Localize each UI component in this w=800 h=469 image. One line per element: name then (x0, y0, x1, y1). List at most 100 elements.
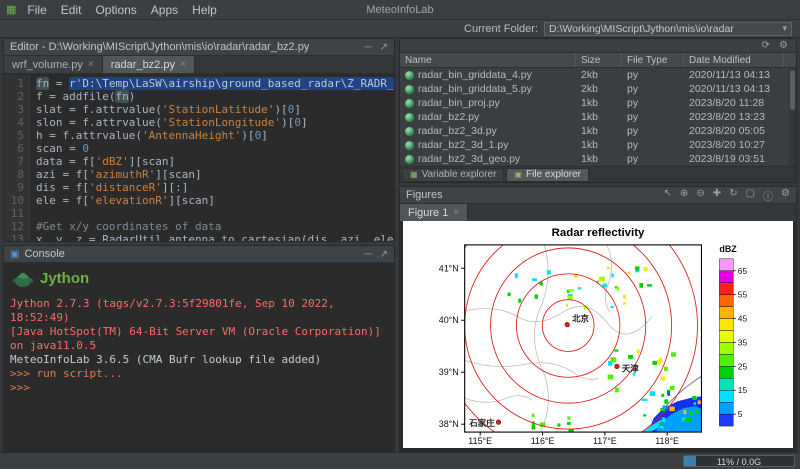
file-size-cell: 2kb (576, 83, 622, 95)
jython-logo-text: Jython (40, 272, 89, 286)
colorbar-tick-label: 65 (738, 266, 748, 276)
file-row[interactable]: radar_bz2.py1kbpy2023/8/20 13:23 (400, 110, 796, 124)
py-file-icon (405, 85, 414, 94)
file-row[interactable]: radar_bz2_3d_geo.py1kbpy2023/8/19 03:51 (400, 152, 796, 166)
console-panel: ▣ Console ─ ↗ Jython Jython 2.7.3 (tags/… (3, 245, 395, 452)
line-number: 10 (4, 194, 24, 207)
editor-panel: Editor - D:\Working\MIScript\Jython\mis\… (3, 38, 395, 242)
colorbar-tick-label: 55 (738, 290, 748, 300)
full-extent-icon[interactable]: ▢ (746, 188, 755, 203)
code-line: ele = f['elevationR'][scan] (36, 194, 394, 207)
refresh-icon[interactable]: ⟳ (762, 40, 770, 51)
column-header-name[interactable]: Name (400, 53, 576, 67)
minimize-icon[interactable]: ─ (365, 42, 372, 53)
file-name: radar_bz2.py (418, 111, 479, 123)
scrollbar-thumb[interactable] (790, 70, 795, 110)
console-line: [Java HotSpot(TM) 64-Bit Server VM (Orac… (10, 325, 394, 353)
column-header-date-modified[interactable]: Date Modified (684, 53, 784, 67)
menu-items: FileEditOptionsAppsHelp (20, 3, 223, 17)
close-icon[interactable]: × (453, 207, 459, 218)
y-tick-label: 40°N (439, 315, 459, 325)
line-number: 13 (4, 233, 24, 241)
tab-label: File explorer (526, 169, 581, 180)
colorbar-tick-label: 25 (738, 361, 748, 371)
float-icon[interactable]: ↗ (380, 249, 388, 260)
settings-icon[interactable]: ⚙ (779, 40, 788, 51)
editor-tab-bar: wrf_volume.py×radar_bz2.py× (4, 56, 394, 74)
menu-apps[interactable]: Apps (144, 3, 185, 17)
file-row[interactable]: radar_bin_griddata_4.py2kbpy2020/11/13 0… (400, 68, 796, 82)
line-number: 9 (4, 181, 24, 194)
y-tick-label: 39°N (439, 367, 459, 377)
file-row[interactable]: radar_bz2_3d.py1kbpy2023/8/20 05:05 (400, 124, 796, 138)
file-size-cell: 1kb (576, 139, 622, 151)
line-number: 8 (4, 168, 24, 181)
minimize-icon[interactable]: ─ (365, 249, 372, 260)
py-file-icon (405, 155, 414, 164)
zoom-in-icon[interactable]: ⊕ (680, 188, 688, 203)
figure-tab-label: Figure 1 (408, 207, 448, 219)
settings-icon[interactable]: ⚙ (781, 188, 790, 203)
file-name-cell: radar_bz2_3d_1.py (400, 139, 576, 151)
app-icon: ▦ (6, 3, 16, 16)
menu-options[interactable]: Options (88, 3, 143, 17)
menu-edit[interactable]: Edit (54, 3, 89, 17)
line-number: 2 (4, 90, 24, 103)
editor-title: Editor - D:\Working\MIScript\Jython\mis\… (10, 41, 309, 53)
line-number: 6 (4, 142, 24, 155)
jython-logo: Jython (12, 270, 394, 288)
y-tick-label: 38°N (439, 419, 459, 429)
tab-file-explorer[interactable]: ▣File explorer (506, 168, 589, 182)
file-row[interactable]: radar_bin_griddata_5.py2kbpy2020/11/13 0… (400, 82, 796, 96)
code-editor[interactable]: 12345678910111213 fn = r'D:\Temp\LaSW\ai… (4, 75, 394, 241)
console-lines: Jython 2.7.3 (tags/v2.7.3:5f29801fe, Sep… (10, 297, 394, 395)
tab-figure-1[interactable]: Figure 1 × (400, 204, 468, 221)
float-icon[interactable]: ↗ (380, 42, 388, 53)
file-modified-cell: 2023/8/20 13:23 (684, 111, 784, 123)
rotate-icon[interactable]: ↻ (729, 188, 737, 203)
py-file-icon (405, 141, 414, 150)
select-arrow-icon[interactable]: ↖ (664, 188, 672, 203)
file-name: radar_bz2_3d_1.py (418, 139, 509, 151)
tab-variable-explorer[interactable]: ▦Variable explorer (402, 168, 504, 182)
pan-icon[interactable]: ✚ (713, 188, 721, 203)
console-title: Console (24, 248, 64, 260)
line-number: 1 (4, 77, 24, 90)
file-size-cell: 2kb (576, 69, 622, 81)
file-name-cell: radar_bin_griddata_4.py (400, 69, 576, 81)
scrollbar[interactable] (789, 68, 796, 166)
file-explorer-toolbar: ⟳⚙ (400, 39, 796, 53)
x-tick-label: 116°E (531, 436, 555, 446)
memory-progress-label: 11% / 0.0G (684, 456, 794, 466)
info-icon[interactable]: ⓘ (763, 188, 773, 203)
menu-help[interactable]: Help (185, 3, 224, 17)
column-header-file-type[interactable]: File Type (622, 53, 684, 67)
console-header: ▣ Console ─ ↗ (4, 246, 394, 263)
py-file-icon (405, 99, 414, 108)
current-folder-select[interactable]: D:\Working\MIScript\Jython\mis\io\radar … (544, 22, 792, 36)
figure-tab-bar: Figure 1 × (400, 204, 796, 222)
menu-bar: ▦ FileEditOptionsAppsHelp MeteoInfoLab (0, 0, 800, 20)
status-bar: 11% / 0.0G (0, 452, 800, 469)
close-icon[interactable]: × (88, 59, 94, 70)
file-size-cell: 1kb (576, 111, 622, 123)
code-line: dis = f['distanceR'][:] (36, 181, 394, 194)
zoom-out-icon[interactable]: ⊖ (696, 188, 704, 203)
line-numbers: 12345678910111213 (4, 75, 30, 241)
tab-radar_bz2.py[interactable]: radar_bz2.py× (103, 56, 195, 73)
explorer-tab-bar: ▦Variable explorer▣File explorer (400, 166, 796, 182)
figure-canvas[interactable]: Radar reflectivity dBZ 115°E116°E117°E11… (403, 221, 793, 448)
file-row[interactable]: radar_bz2_3d_1.py1kbpy2023/8/20 10:27 (400, 138, 796, 152)
console-output[interactable]: Jython Jython 2.7.3 (tags/v2.7.3:5f29801… (4, 264, 394, 451)
column-header-size[interactable]: Size (576, 53, 622, 67)
menu-file[interactable]: File (20, 3, 53, 17)
code-line: h = f.attrvalue('AntennaHeight')[0] (36, 129, 394, 142)
file-name: radar_bin_proj.py (418, 97, 500, 109)
file-modified-cell: 2023/8/20 05:05 (684, 125, 784, 137)
file-name-cell: radar_bz2.py (400, 111, 576, 123)
line-number: 3 (4, 103, 24, 116)
tab-wrf_volume.py[interactable]: wrf_volume.py× (4, 56, 103, 73)
close-icon[interactable]: × (180, 59, 186, 70)
file-row[interactable]: radar_bin_proj.py1kbpy2023/8/20 11:28 (400, 96, 796, 110)
file-name-cell: radar_bz2_3d_geo.py (400, 153, 576, 165)
